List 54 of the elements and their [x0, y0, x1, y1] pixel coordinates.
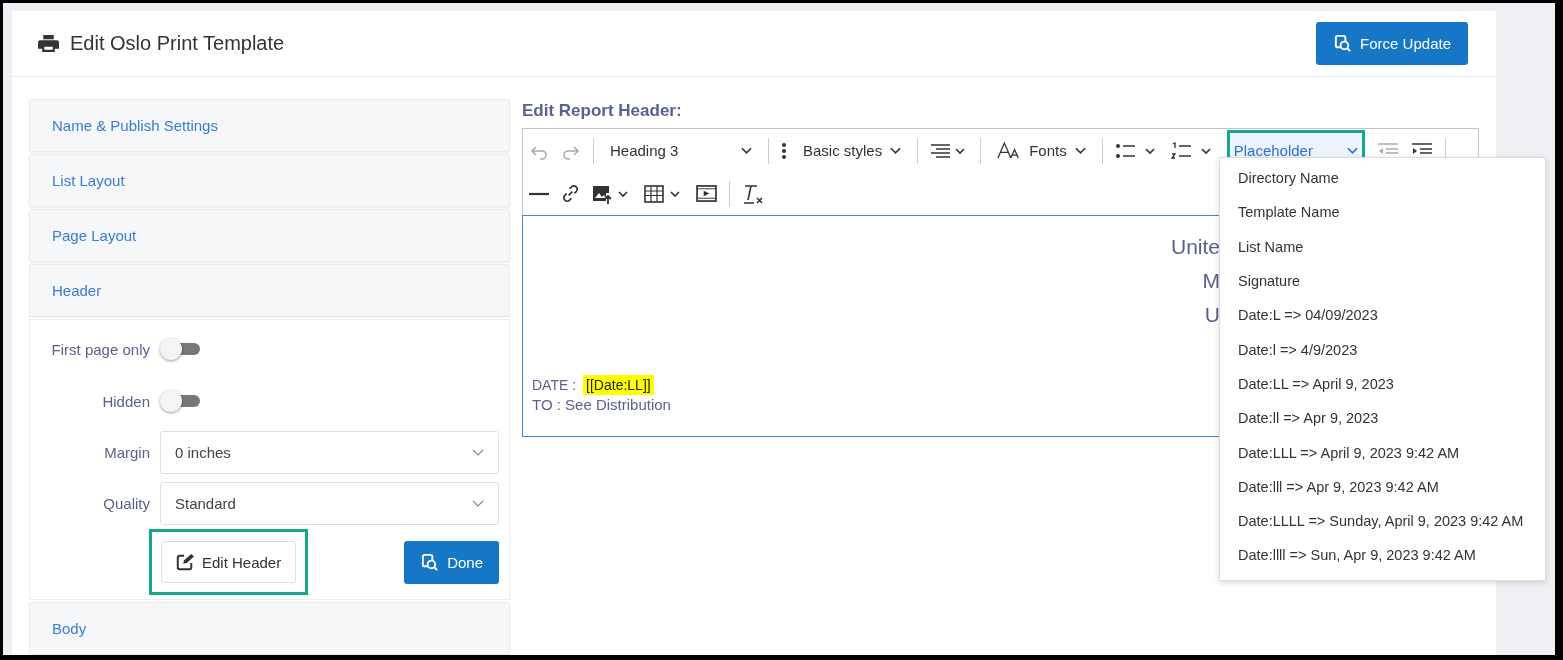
toggle-label: Hidden	[101, 392, 150, 410]
select-field[interactable]: 0 inches	[160, 431, 499, 474]
select-field[interactable]: Standard	[160, 482, 499, 525]
heading-text: Unite	[1169, 234, 1220, 260]
toggle-switch[interactable]	[160, 337, 200, 361]
menu-item[interactable]: Date:LLL => April 9, 2023 9:42 AM	[1220, 435, 1545, 470]
accordion-header[interactable]: Name & Publish Settings	[29, 99, 510, 152]
accordion-header[interactable]: Page Layout	[29, 209, 510, 262]
chevron-down-icon	[1346, 146, 1358, 155]
fonts-dropdown[interactable]: Fonts	[993, 132, 1090, 169]
menu-item[interactable]: Date:l => 4/9/2023	[1220, 332, 1545, 367]
toggle-label: First page only	[50, 340, 150, 358]
preview-icon	[1333, 34, 1353, 53]
force-update-button[interactable]: Force Update	[1316, 22, 1468, 65]
edit-header-button[interactable]: Edit Header	[161, 541, 297, 583]
date-label: DATE :	[532, 377, 577, 393]
media-icon[interactable]	[696, 185, 717, 202]
menu-item[interactable]: List Name	[1220, 229, 1545, 264]
remove-format-icon[interactable]	[742, 182, 764, 205]
menu-item[interactable]: Signature	[1220, 263, 1545, 299]
placeholder-tag: [[Date:LL]]	[583, 375, 654, 395]
accordion-header[interactable]: Body	[29, 602, 510, 655]
field-label: Margin	[103, 444, 150, 461]
heading-text: M	[1201, 268, 1220, 294]
done-button[interactable]: Done	[404, 540, 499, 584]
horizontal-line-icon[interactable]	[529, 191, 549, 196]
menu-item[interactable]: Date:lll => Apr 9, 2023 9:42 AM	[1220, 469, 1545, 504]
menu-item[interactable]: Date:LL => April 9, 2023	[1220, 366, 1545, 402]
field-label: Quality	[102, 495, 150, 512]
chevron-down-icon	[472, 448, 484, 457]
chevron-down-icon	[472, 499, 484, 508]
more-vertical-icon[interactable]	[781, 140, 787, 161]
accordion-header[interactable]: List Layout	[29, 154, 510, 207]
edit-icon	[176, 553, 194, 571]
font-size-icon	[997, 141, 1022, 160]
menu-item[interactable]: Template Name	[1220, 195, 1545, 230]
menu-item[interactable]: Date:llll => Sun, Apr 9, 2023 9:42 AM	[1220, 538, 1545, 573]
accordion-header[interactable]: Header	[29, 264, 510, 317]
heading-dropdown[interactable]: Heading 3	[606, 132, 756, 169]
toggle-switch[interactable]	[160, 389, 200, 413]
heading-text: U	[1203, 302, 1220, 328]
chevron-down-icon	[741, 146, 752, 155]
printer-icon	[38, 34, 59, 53]
basic-styles-dropdown[interactable]: Basic styles	[799, 132, 906, 169]
link-icon[interactable]	[561, 184, 580, 203]
preview-icon	[420, 552, 440, 572]
menu-item[interactable]: Date:LLLL => Sunday, April 9, 2023 9:42 AM	[1220, 503, 1545, 539]
menu-item[interactable]: Date:L => 04/09/2023	[1220, 298, 1545, 333]
chevron-down-icon	[890, 146, 902, 155]
editor-title: Edit Report Header:	[522, 101, 683, 121]
menu-item[interactable]: Date:ll => Apr 9, 2023	[1220, 401, 1545, 436]
chevron-down-icon	[1074, 146, 1086, 155]
page-title: Edit Oslo Print Template	[70, 32, 285, 55]
body-text: TO : See Distribution	[532, 396, 672, 413]
